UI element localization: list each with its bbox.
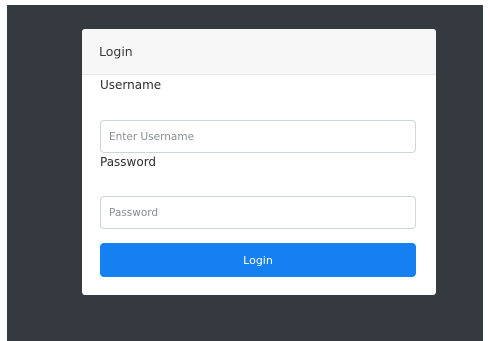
- password-label: Password: [100, 155, 157, 169]
- password-input[interactable]: [100, 196, 416, 229]
- login-card-header: Login: [82, 29, 436, 75]
- username-label: Username: [100, 78, 162, 92]
- login-card: Login Username Password Login: [82, 29, 436, 295]
- login-button[interactable]: Login: [100, 243, 416, 277]
- username-input[interactable]: [100, 120, 416, 153]
- login-card-title: Login: [99, 44, 133, 59]
